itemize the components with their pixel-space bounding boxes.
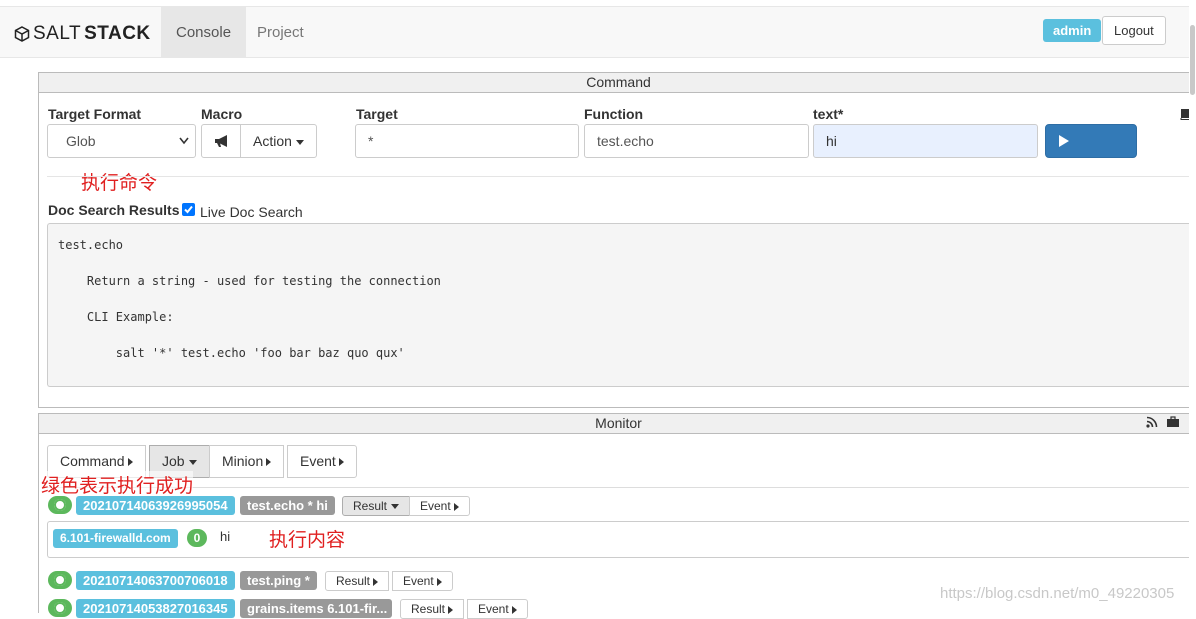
monitor-panel-title: Monitor xyxy=(39,414,1196,434)
job-output: hi xyxy=(220,529,231,544)
command-panel-title: Command xyxy=(39,73,1196,93)
retcode-badge: 0 xyxy=(187,529,207,547)
job-command-badge: test.echo * hi xyxy=(240,496,335,515)
tab-command-label: Command xyxy=(60,453,125,469)
job-id-badge[interactable]: 20210714063700706018 xyxy=(76,571,235,590)
event-label: Event xyxy=(420,499,451,513)
result-label: Result xyxy=(336,574,371,588)
annotation-exec-content: 执行内容 xyxy=(269,530,346,551)
caret-right-icon xyxy=(266,458,272,467)
divider xyxy=(47,487,1196,488)
event-button[interactable]: Event xyxy=(392,571,453,591)
play-icon xyxy=(1059,135,1069,147)
caret-down-icon xyxy=(391,504,400,510)
function-value: test.echo xyxy=(597,133,654,149)
monitor-panel: Monitor Command Job Minion Event 绿色表示执行成… xyxy=(38,413,1196,619)
logout-button[interactable]: Logout xyxy=(1102,16,1166,45)
execute-label: Execute xyxy=(1058,165,1109,181)
event-label: Event xyxy=(478,602,509,616)
brand-stack: STACK xyxy=(84,23,151,44)
tab-minion-label: Minion xyxy=(222,453,264,469)
caret-right-icon xyxy=(127,458,133,467)
function-label: Function xyxy=(584,106,644,122)
success-status-icon xyxy=(48,599,72,617)
doc-search-results: test.echo Return a string - used for tes… xyxy=(47,223,1196,387)
target-format-select[interactable]: Glob xyxy=(47,124,196,158)
text-value: hi xyxy=(826,133,837,149)
chevron-down-icon xyxy=(179,125,189,168)
minion-badge[interactable]: 6.101-firewalld.com xyxy=(53,529,178,548)
megaphone-icon xyxy=(215,135,227,147)
macro-label: Macro xyxy=(201,106,243,122)
tab-event-label: Event xyxy=(300,453,336,469)
job-result-box: 6.101-firewalld.com 0 hi 执行内容 xyxy=(47,521,1196,558)
doc-results-label: Doc Search Results xyxy=(48,202,180,218)
live-doc-checkbox[interactable] xyxy=(182,203,195,216)
result-button[interactable]: Result xyxy=(325,571,390,591)
saltstack-logo[interactable]: SALT STACK xyxy=(14,23,151,45)
target-label: Target xyxy=(356,106,398,122)
job-id-badge[interactable]: 20210714063926995054 xyxy=(76,496,235,515)
caret-right-icon xyxy=(373,577,379,586)
caret-down-icon xyxy=(188,459,197,465)
check-icon xyxy=(184,205,193,214)
annotation-green-success: 绿色表示执行成功 xyxy=(41,471,194,498)
watermark: https://blog.csdn.net/m0_49220305 xyxy=(940,585,1175,602)
result-label: Result xyxy=(411,602,446,616)
brand-salt: SALT xyxy=(33,23,82,44)
text-input[interactable]: hi xyxy=(813,124,1038,158)
user-badge: admin xyxy=(1043,19,1102,42)
result-label: Result xyxy=(353,499,388,513)
target-input[interactable]: * xyxy=(355,124,579,158)
job-command-badge: grains.items 6.101-fir... xyxy=(240,599,392,618)
action-label: Action xyxy=(253,133,292,149)
result-button[interactable]: Result xyxy=(400,599,465,619)
scrollbar[interactable] xyxy=(1189,0,1196,611)
event-button[interactable]: Event xyxy=(409,496,470,516)
function-input[interactable]: test.echo xyxy=(584,124,809,158)
caret-right-icon xyxy=(453,502,459,511)
caret-right-icon xyxy=(511,605,517,614)
tab-job-label: Job xyxy=(162,453,185,469)
briefcase-icon[interactable] xyxy=(1166,416,1180,428)
job-command-badge: test.ping * xyxy=(240,571,317,590)
cube-icon xyxy=(14,26,30,42)
target-value: * xyxy=(368,133,374,149)
success-status-icon xyxy=(48,496,72,514)
annotation-exec-command: 执行命令 xyxy=(81,173,158,194)
caret-right-icon xyxy=(436,577,442,586)
nav-console[interactable]: Console xyxy=(161,7,247,58)
result-button[interactable]: Result xyxy=(342,496,411,516)
success-status-icon xyxy=(48,571,72,589)
event-label: Event xyxy=(403,574,434,588)
job-id-badge[interactable]: 20210714053827016345 xyxy=(76,599,235,618)
nav-project[interactable]: Project xyxy=(242,7,319,58)
caret-down-icon xyxy=(295,139,304,145)
tab-minion[interactable]: Minion xyxy=(209,445,285,478)
action-dropdown[interactable]: Action xyxy=(240,124,317,158)
command-panel: Command Target Format Glob Macro Action … xyxy=(38,72,1196,408)
macro-button[interactable] xyxy=(201,124,241,158)
live-doc-label: Live Doc Search xyxy=(200,204,303,220)
caret-right-icon xyxy=(338,458,344,467)
navbar: SALT STACK Console Project admin Logout xyxy=(0,6,1196,58)
text-label: text* xyxy=(813,106,844,122)
target-format-value: Glob xyxy=(66,133,96,149)
rss-icon[interactable] xyxy=(1146,416,1158,428)
event-button[interactable]: Event xyxy=(467,599,528,619)
scrollbar-thumb[interactable] xyxy=(1190,25,1195,95)
execute-button[interactable]: Execute xyxy=(1045,124,1137,181)
tab-event[interactable]: Event xyxy=(287,445,357,478)
caret-right-icon xyxy=(448,605,454,614)
divider xyxy=(47,176,1196,177)
target-format-label: Target Format xyxy=(48,106,142,122)
